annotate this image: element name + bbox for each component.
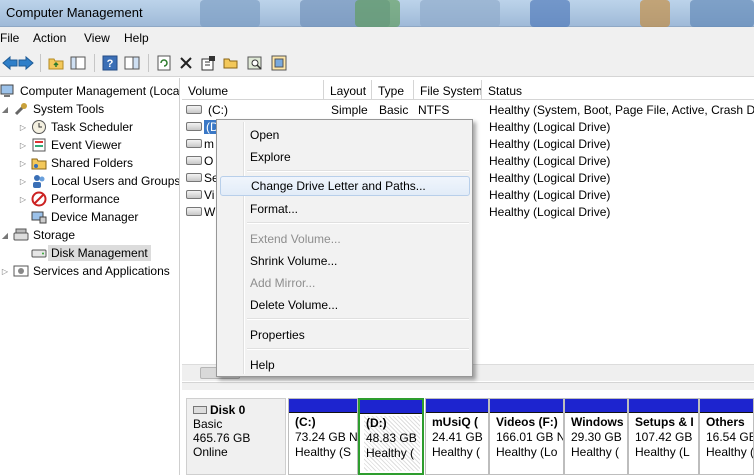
drive-icon bbox=[186, 173, 202, 182]
help-icon[interactable]: ? bbox=[100, 53, 120, 73]
more-actions-icon[interactable] bbox=[269, 53, 289, 73]
refresh-icon[interactable] bbox=[154, 53, 174, 73]
drive-icon bbox=[186, 105, 202, 114]
partition-windows[interactable]: Windows 29.30 GB Healthy ( bbox=[564, 398, 628, 475]
menu-separator bbox=[247, 222, 469, 224]
toolbar: ? bbox=[0, 49, 754, 77]
console-tree-icon[interactable] bbox=[68, 53, 88, 73]
svg-text:?: ? bbox=[107, 58, 114, 70]
title-bar: Computer Management bbox=[0, 0, 754, 27]
expand-arrow-icon[interactable]: ▷ bbox=[18, 177, 28, 186]
column-header-type[interactable]: Type bbox=[372, 80, 414, 100]
partition-videos[interactable]: Videos (F:) 166.01 GB N Healthy (Lo bbox=[489, 398, 564, 475]
properties-icon[interactable] bbox=[198, 53, 218, 73]
up-folder-icon[interactable] bbox=[46, 53, 66, 73]
menu-file[interactable]: File bbox=[0, 31, 19, 45]
disk-icon bbox=[193, 406, 207, 414]
performance-icon bbox=[31, 191, 47, 207]
tree-item-services[interactable]: ▷ Services and Applications bbox=[0, 262, 170, 280]
partition-c[interactable]: (C:) 73.24 GB N Healthy (S bbox=[288, 398, 358, 475]
disk-info[interactable]: Disk 0 Basic 465.76 GB Online bbox=[186, 398, 286, 475]
tree-item-shared-folders[interactable]: ▷ Shared Folders bbox=[18, 154, 133, 172]
menu-view[interactable]: View bbox=[84, 31, 110, 45]
console-tree: Computer Management (Local ◢ System Tool… bbox=[0, 78, 180, 475]
menu-item-open[interactable]: Open bbox=[220, 125, 470, 145]
tree-root[interactable]: Computer Management (Local bbox=[0, 82, 179, 100]
column-header-status[interactable]: Status bbox=[482, 80, 754, 100]
menu-item-change-drive-letter[interactable]: Change Drive Letter and Paths... bbox=[220, 176, 470, 196]
drive-icon bbox=[186, 139, 202, 148]
drive-icon bbox=[186, 156, 202, 165]
partition-d[interactable]: (D:) 48.83 GB Healthy ( bbox=[358, 398, 424, 475]
column-header-layout[interactable]: Layout bbox=[324, 80, 372, 100]
tree-item-performance[interactable]: ▷ Performance bbox=[18, 190, 120, 208]
device-manager-icon bbox=[31, 209, 47, 225]
computer-management-icon bbox=[0, 83, 16, 99]
event-viewer-icon bbox=[31, 137, 47, 153]
menu-separator bbox=[247, 170, 469, 172]
disk-icon bbox=[31, 245, 47, 261]
menu-item-format[interactable]: Format... bbox=[220, 199, 470, 219]
drive-icon bbox=[186, 207, 202, 216]
menu-separator bbox=[247, 318, 469, 320]
tree-item-system-tools[interactable]: ◢ System Tools bbox=[0, 100, 104, 118]
expand-arrow-icon[interactable]: ▷ bbox=[18, 123, 28, 132]
clock-icon bbox=[31, 119, 47, 135]
shared-folder-icon bbox=[31, 155, 47, 171]
storage-icon bbox=[13, 227, 29, 243]
column-header-file-system[interactable]: File System bbox=[414, 80, 482, 100]
disk-map: Disk 0 Basic 465.76 GB Online (C:) 73.24… bbox=[182, 390, 754, 475]
search-disk-icon[interactable] bbox=[245, 53, 265, 73]
partition-musiq[interactable]: mUsiQ ( 24.41 GB Healthy ( bbox=[425, 398, 489, 475]
collapse-arrow-icon[interactable]: ◢ bbox=[0, 105, 10, 114]
tree-item-event-viewer[interactable]: ▷ Event Viewer bbox=[18, 136, 122, 154]
collapse-arrow-icon[interactable]: ◢ bbox=[0, 231, 10, 240]
partition-others[interactable]: Others 16.54 GB Healthy ( bbox=[699, 398, 754, 475]
menu-item-help[interactable]: Help bbox=[220, 355, 470, 375]
show-hide-icon[interactable] bbox=[122, 53, 142, 73]
drive-icon bbox=[186, 122, 202, 131]
partition-setups[interactable]: Setups & I 107.42 GB Healthy (L bbox=[628, 398, 699, 475]
window-title: Computer Management bbox=[6, 5, 143, 20]
open-folder-icon[interactable] bbox=[221, 53, 241, 73]
tools-icon bbox=[13, 101, 29, 117]
drive-icon bbox=[186, 190, 202, 199]
menu-item-shrink-volume[interactable]: Shrink Volume... bbox=[220, 251, 470, 271]
users-icon bbox=[31, 173, 47, 189]
expand-arrow-icon[interactable]: ▷ bbox=[18, 195, 28, 204]
table-row[interactable]: (C:) Simple Basic NTFS Healthy (System, … bbox=[182, 101, 754, 118]
delete-icon[interactable] bbox=[176, 53, 196, 73]
menu-item-properties[interactable]: Properties bbox=[220, 325, 470, 345]
expand-arrow-icon[interactable]: ▷ bbox=[0, 267, 10, 276]
context-menu: Open Explore Change Drive Letter and Pat… bbox=[216, 119, 473, 377]
menu-help[interactable]: Help bbox=[124, 31, 149, 45]
menu-bar: File Action View Help bbox=[0, 27, 754, 49]
services-icon bbox=[13, 263, 29, 279]
pane-splitter[interactable] bbox=[182, 382, 754, 390]
column-header-volume[interactable]: Volume bbox=[182, 80, 324, 100]
tree-item-storage[interactable]: ◢ Storage bbox=[0, 226, 75, 244]
menu-item-extend-volume: Extend Volume... bbox=[250, 232, 341, 246]
forward-arrow-icon[interactable] bbox=[16, 53, 36, 73]
tree-item-task-scheduler[interactable]: ▷ Task Scheduler bbox=[18, 118, 133, 136]
tree-item-local-users[interactable]: ▷ Local Users and Groups bbox=[18, 172, 179, 190]
menu-separator bbox=[247, 348, 469, 350]
menu-item-add-mirror: Add Mirror... bbox=[250, 276, 316, 290]
menu-item-delete-volume[interactable]: Delete Volume... bbox=[220, 295, 470, 315]
menu-action[interactable]: Action bbox=[33, 31, 66, 45]
tree-item-disk-management[interactable]: Disk Management bbox=[31, 244, 151, 262]
tree-item-device-manager[interactable]: Device Manager bbox=[31, 208, 138, 226]
expand-arrow-icon[interactable]: ▷ bbox=[18, 141, 28, 150]
menu-item-explore[interactable]: Explore bbox=[220, 147, 470, 167]
expand-arrow-icon[interactable]: ▷ bbox=[18, 159, 28, 168]
